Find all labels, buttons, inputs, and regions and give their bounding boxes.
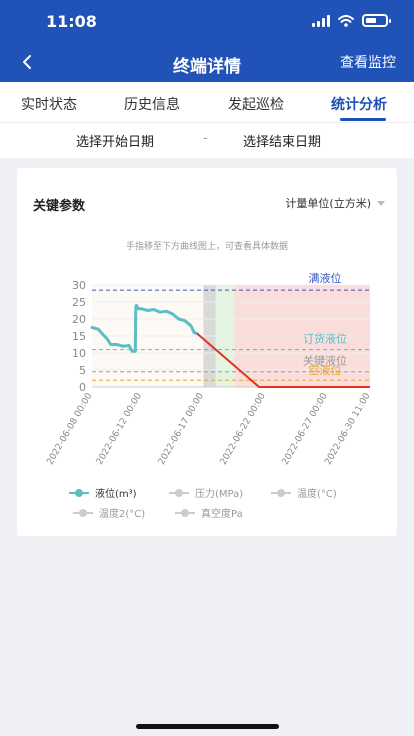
status-time: 11:08 [46, 12, 97, 31]
active-tab-indicator [340, 118, 386, 121]
legend-marker-icon [169, 488, 189, 498]
reference-line-label: 空液位 [309, 363, 342, 377]
legend-item-temperature[interactable]: 温度(°C) [271, 485, 337, 500]
legend-marker-icon [175, 508, 195, 518]
legend-label: 温度(°C) [297, 489, 337, 500]
tab-history[interactable]: 历史信息 [124, 94, 180, 114]
date-separator: - [203, 131, 208, 146]
wifi-icon [338, 14, 354, 27]
legend-item-level[interactable]: 液位(m³) [69, 485, 137, 500]
x-tick-label: 2022-06-12 00:00 [95, 391, 144, 466]
app-header: 11:08 终端详情 查看监控 [0, 0, 414, 82]
legend-item-pressure[interactable]: 压力(MPa) [169, 485, 243, 500]
start-date-picker[interactable]: 选择开始日期 [76, 131, 154, 150]
parameters-card: 关键参数 计量单位(立方米) 手指移至下方曲线图上，可查看具体数据 0 5 10 15… [17, 168, 397, 536]
legend-label: 压力(MPa) [195, 489, 244, 500]
level-chart[interactable]: 0510152025302022-06-08 00:00 2022-06-12 0… [17, 168, 397, 478]
battery-icon [362, 14, 391, 27]
x-tick-label: 2022-06-30 11:00 [323, 391, 372, 466]
tab-statistics[interactable]: 统计分析 [331, 94, 387, 114]
view-monitor-button[interactable]: 查看监控 [340, 52, 396, 72]
date-range-row: 选择开始日期 - 选择结束日期 [0, 122, 414, 158]
y-tick-label: 10 [72, 347, 86, 360]
legend-item-vacuum[interactable]: 真空度Pa [175, 505, 243, 520]
legend-marker-icon [69, 488, 89, 498]
y-tick-label: 15 [72, 330, 86, 343]
legend-item-temperature2[interactable]: 温度2(°C) [73, 505, 145, 520]
tab-realtime-status[interactable]: 实时状态 [21, 94, 77, 114]
legend-label: 液位(m³) [95, 489, 137, 500]
tab-bar: 实时状态 历史信息 发起巡检 统计分析 [0, 82, 414, 122]
x-tick-label: 2022-06-22 00:00 [219, 391, 268, 466]
x-tick-label: 2022-06-08 00:00 [45, 391, 94, 466]
tab-inspection[interactable]: 发起巡检 [228, 94, 284, 114]
reference-line-label: 满液位 [309, 271, 342, 285]
y-tick-label: 20 [72, 313, 86, 326]
status-icons [312, 14, 391, 27]
end-date-picker[interactable]: 选择结束日期 [243, 131, 321, 150]
legend-marker-icon [271, 488, 291, 498]
x-tick-label: 2022-06-27 00:00 [281, 391, 330, 466]
y-tick-label: 25 [72, 296, 86, 309]
legend-label: 真空度Pa [201, 509, 243, 520]
legend-marker-icon [73, 508, 93, 518]
cellular-signal-icon [312, 14, 330, 27]
y-tick-label: 30 [72, 279, 86, 292]
x-tick-label: 2022-06-17 00:00 [157, 391, 206, 466]
legend-label: 温度2(°C) [99, 509, 146, 520]
y-tick-label: 5 [79, 364, 86, 377]
reference-line-label: 订货液位 [303, 332, 347, 346]
home-indicator [136, 724, 279, 729]
